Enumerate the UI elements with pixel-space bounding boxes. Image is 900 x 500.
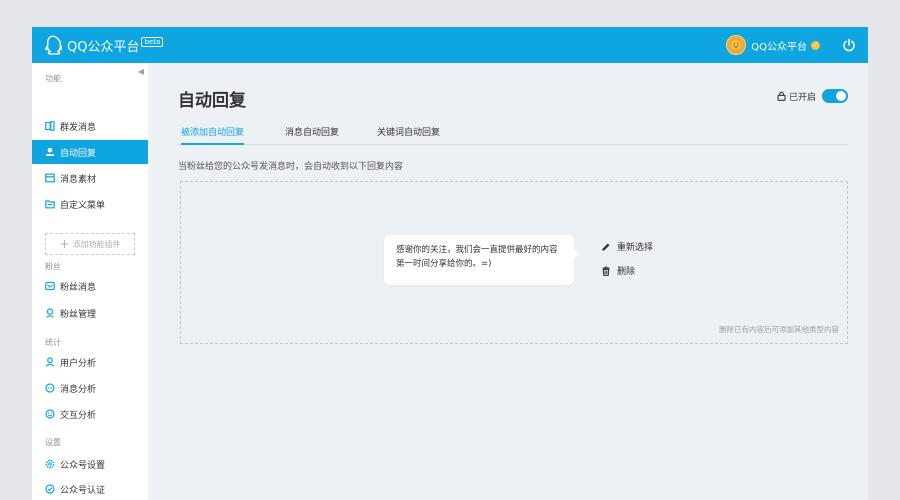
gear-icon	[45, 459, 55, 469]
account-menu[interactable]: QQ公众平台 ✓	[726, 35, 820, 55]
pencil-icon	[602, 243, 610, 251]
sidebar-item-label: 粉丝管理	[60, 309, 97, 320]
account-name: QQ公众平台	[751, 41, 807, 53]
app-title: QQ公众平台	[67, 39, 140, 55]
sidebar-item-message-analysis[interactable]: 消息分析	[32, 376, 148, 400]
trash-icon	[602, 266, 610, 276]
sidebar-item-label: 交互分析	[60, 410, 97, 421]
sidebar-item-label: 消息分析	[60, 384, 97, 395]
section-label-function: 功能	[45, 74, 61, 83]
plus-icon: +	[59, 237, 70, 251]
sidebar-item-auto-reply[interactable]: 自动回复	[32, 140, 148, 164]
qq-penguin-icon	[45, 35, 62, 55]
sidebar-item-account-settings[interactable]: 公众号设置	[32, 452, 148, 476]
section-label-stats: 统计	[45, 338, 61, 347]
sidebar-item-custom-menu[interactable]: 自定义菜单	[32, 192, 148, 216]
box-footnote: 删除已有内容后可添加其他类型内容	[719, 325, 839, 334]
reply-message-bubble: 感谢你的关注，我们会一直提供最好的内容第一时间分享给你的。=)	[384, 235, 580, 285]
chat-bubble-icon	[45, 383, 55, 393]
sidebar-item-label: 公众号认证	[60, 485, 106, 496]
sidebar-item-label: 自定义菜单	[60, 200, 106, 211]
sidebar-item-fan-management[interactable]: 粉丝管理	[32, 301, 148, 325]
sidebar-item-label: 粉丝消息	[60, 282, 97, 293]
broadcast-icon	[45, 121, 55, 131]
delete-label: 删除	[617, 267, 636, 277]
tab-keyword-reply[interactable]: 关键词自动回复	[377, 123, 440, 145]
section-label-settings: 设置	[45, 438, 61, 447]
person-reply-icon	[46, 147, 54, 156]
sidebar-item-label: 公众号设置	[60, 460, 106, 471]
tab-bar: 被添加自动回复 消息自动回复 关键词自动回复	[178, 123, 848, 145]
main-content: 自动回复 已开启 被添加自动回复 消息自动回复 关键词自动回复 当粉丝给您的公众…	[148, 63, 868, 500]
sidebar-item-label: 自动回复	[60, 148, 97, 159]
delete-button[interactable]: 删除	[601, 264, 635, 277]
sidebar-item-user-analysis[interactable]: 用户分析	[32, 350, 148, 374]
verified-badge-icon: ✓	[811, 40, 820, 50]
sidebar: ◀ 功能 群发消息 自动回复 消息素材 自定义菜单 + 添加功能插件 粉丝 粉丝…	[32, 63, 148, 500]
message-icon	[45, 281, 55, 291]
user-group-icon	[46, 308, 54, 318]
power-icon[interactable]	[842, 38, 856, 52]
top-bar: QQ公众平台 beta QQ公众平台 ✓	[32, 27, 868, 63]
section-label-fans: 粉丝	[45, 262, 61, 271]
tab-message-reply[interactable]: 消息自动回复	[285, 123, 339, 145]
hint-text: 当粉丝给您的公众号发消息时，会自动收到以下回复内容	[178, 162, 404, 172]
interaction-icon	[45, 409, 55, 419]
bubble-tail	[573, 249, 580, 259]
page-title: 自动回复	[178, 91, 246, 111]
sidebar-item-mass-message[interactable]: 群发消息	[32, 114, 148, 138]
reselect-button[interactable]: 重新选择	[601, 240, 653, 253]
smiley-icon	[731, 40, 742, 50]
material-icon	[45, 173, 55, 183]
app-window: QQ公众平台 beta QQ公众平台 ✓ ◀ 功能 群发消息 自动回复 消息素材…	[32, 27, 868, 500]
collapse-arrow-icon[interactable]: ◀	[138, 67, 144, 76]
folder-icon	[45, 200, 55, 209]
toggle-knob	[836, 91, 846, 101]
toggle-label: 已开启	[788, 92, 816, 103]
reselect-label: 重新选择	[617, 243, 654, 253]
reply-content-box: 感谢你的关注，我们会一直提供最好的内容第一时间分享给你的。=) 重新选择 删除	[180, 181, 848, 344]
check-circle-icon	[45, 484, 55, 494]
add-plugin-button[interactable]: + 添加功能插件	[45, 233, 135, 255]
sidebar-item-label: 用户分析	[60, 358, 97, 369]
reply-text: 感谢你的关注，我们会一直提供最好的内容第一时间分享给你的。=)	[396, 245, 558, 269]
sidebar-item-fan-messages[interactable]: 粉丝消息	[32, 274, 148, 298]
app-logo[interactable]: QQ公众平台 beta	[44, 35, 164, 55]
lock-icon	[777, 91, 786, 101]
sidebar-item-material[interactable]: 消息素材	[32, 166, 148, 190]
avatar	[726, 35, 747, 55]
beta-badge: beta	[141, 37, 164, 47]
user-icon	[45, 357, 55, 367]
sidebar-item-label: 消息素材	[60, 174, 97, 185]
sidebar-item-label: 群发消息	[60, 122, 97, 133]
auto-reply-toggle[interactable]	[822, 89, 848, 103]
auto-reply-toggle-group: 已开启	[777, 89, 848, 103]
sidebar-item-account-verification[interactable]: 公众号认证	[32, 477, 148, 500]
sidebar-item-interaction-analysis[interactable]: 交互分析	[32, 402, 148, 426]
tab-on-follow[interactable]: 被添加自动回复	[181, 123, 245, 145]
add-plugin-label: 添加功能插件	[72, 239, 121, 249]
